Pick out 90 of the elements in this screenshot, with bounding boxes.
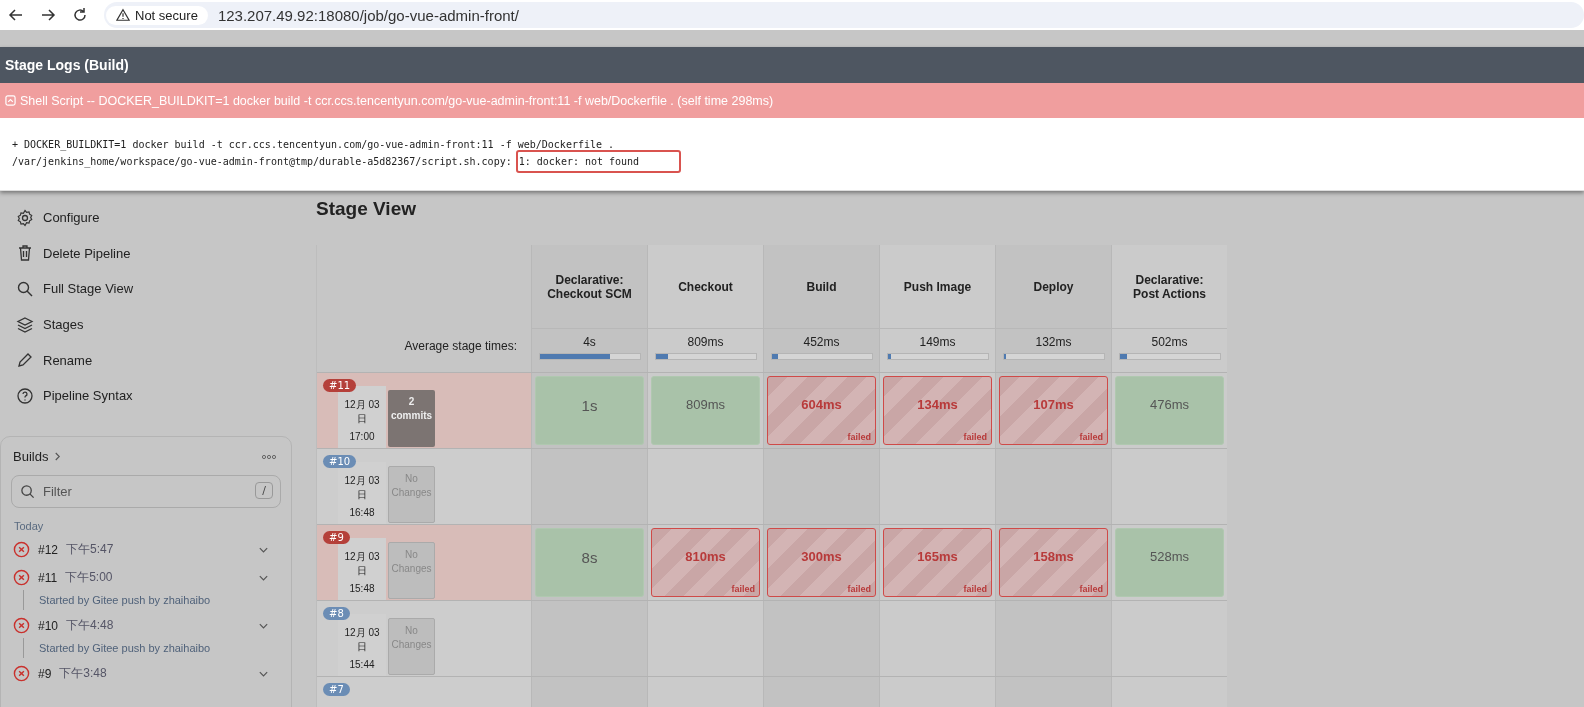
shortcut-key: / bbox=[255, 481, 273, 499]
sidebar-item[interactable]: Rename bbox=[16, 342, 295, 378]
pencil-icon bbox=[16, 351, 34, 370]
search-icon bbox=[16, 280, 34, 298]
search-icon bbox=[20, 483, 35, 499]
forward-icon[interactable] bbox=[40, 7, 56, 23]
group-label: Today bbox=[14, 519, 45, 532]
reload-icon[interactable] bbox=[72, 7, 88, 23]
run-time: 16:48 bbox=[349, 506, 375, 520]
stage-result[interactable]: 809ms bbox=[651, 376, 760, 445]
stage-result[interactable]: 604ms failed bbox=[767, 376, 876, 445]
build-cause: Started by Gitee push by zhaihaibo bbox=[23, 637, 281, 658]
sidebar-item[interactable]: Pipeline Syntax bbox=[16, 377, 295, 414]
build-badge[interactable]: #10 bbox=[323, 455, 357, 468]
chevron-down-icon[interactable] bbox=[258, 621, 269, 630]
run-date: 12月 03 bbox=[344, 626, 380, 640]
trash-icon bbox=[16, 244, 34, 263]
stage-header: Checkout bbox=[647, 245, 763, 328]
build-badge[interactable]: #9 bbox=[323, 531, 350, 544]
run-day: 日 bbox=[357, 640, 367, 654]
build-badge[interactable]: #7 bbox=[323, 683, 350, 696]
build-cause: Started by Gitee push by zhaihaibo bbox=[23, 589, 281, 610]
log-line: /var/jenkins_home/workspace/go-vue-admin-front@tmp/durable-a5d82367/script.sh.copy: bbox=[12, 156, 513, 167]
run-date: 12月 03 bbox=[344, 550, 380, 564]
stage-result[interactable]: 8s bbox=[535, 528, 644, 597]
log-line: + DOCKER_BUILDKIT=1 docker build -t ccr.ccs.tencentyun.com/go-vue-admin-front:11 -f web/Dockerfile . bbox=[12, 139, 615, 150]
chevron-down-icon[interactable] bbox=[258, 545, 269, 554]
build-time: 下午5:47 bbox=[66, 541, 114, 559]
stage-result[interactable]: 476ms bbox=[1115, 376, 1224, 445]
build-link[interactable]: #10 bbox=[38, 618, 59, 633]
average-time: 502ms bbox=[1151, 335, 1188, 349]
stage-view-title: Stage View bbox=[316, 198, 417, 221]
stage-result[interactable]: 158ms failed bbox=[999, 528, 1108, 597]
average-time: 149ms bbox=[919, 335, 956, 349]
run-time: 17:00 bbox=[349, 430, 375, 444]
build-time: 下午5:00 bbox=[65, 569, 113, 587]
average-time: 452ms bbox=[803, 335, 840, 349]
stage-header: Declarative: Checkout SCM bbox=[531, 245, 647, 328]
url-text: 123.207.49.92:18080/job/go-vue-admin-front/ bbox=[217, 6, 519, 24]
stage-result[interactable]: 300ms failed bbox=[767, 528, 876, 597]
sidebar-item[interactable]: Delete Pipeline bbox=[16, 235, 295, 272]
highlighted-error: 1: docker: not found bbox=[515, 150, 682, 173]
warning-icon bbox=[116, 8, 130, 22]
build-time: 下午3:48 bbox=[59, 665, 107, 683]
average-time: 4s bbox=[583, 335, 596, 349]
run-date: 12月 03 bbox=[344, 474, 380, 488]
stage-header: Declarative: Post Actions bbox=[1111, 245, 1227, 328]
stage-header: Build bbox=[763, 245, 879, 328]
run-day: 日 bbox=[357, 488, 367, 502]
chevron-down-icon[interactable] bbox=[258, 573, 269, 582]
builds-link[interactable]: Builds bbox=[13, 449, 49, 465]
gear-icon bbox=[16, 208, 34, 227]
average-label: Average stage times: bbox=[404, 339, 517, 353]
sidebar-item[interactable]: Full Stage View bbox=[16, 271, 295, 307]
average-time: 809ms bbox=[687, 335, 724, 349]
chevron-down-icon[interactable] bbox=[258, 669, 269, 678]
stage-result[interactable]: 528ms bbox=[1115, 528, 1224, 597]
stage-header: Deploy bbox=[995, 245, 1111, 328]
run-time: 15:44 bbox=[349, 658, 375, 672]
build-badge[interactable]: #8 bbox=[323, 607, 350, 620]
stage-result[interactable]: 810ms failed bbox=[651, 528, 760, 597]
build-link[interactable]: #9 bbox=[38, 666, 52, 681]
sidebar-item[interactable]: Stages bbox=[16, 306, 295, 343]
dialog-title: Stage Logs (Build) bbox=[0, 47, 1584, 83]
build-link[interactable]: #11 bbox=[38, 570, 58, 585]
back-icon[interactable] bbox=[8, 7, 24, 23]
help-icon bbox=[16, 386, 34, 405]
collapse-icon bbox=[5, 95, 16, 106]
build-link[interactable]: #12 bbox=[38, 542, 59, 557]
sidebar-item[interactable]: Configure bbox=[16, 200, 295, 236]
chevron-right-icon bbox=[54, 451, 62, 463]
stage-result[interactable]: 1s bbox=[535, 376, 644, 445]
run-day: 日 bbox=[357, 412, 367, 426]
step-title: Shell Script -- DOCKER_BUILDKIT=1 docker build -t ccr.ccs.tencentyun.com/go-vue-admin-front:11 -f web/Dockerfile . (self time 298ms) bbox=[20, 93, 774, 108]
stage-header: Push Image bbox=[879, 245, 995, 328]
run-time: 15:48 bbox=[349, 582, 375, 596]
stage-result[interactable]: 134ms failed bbox=[883, 376, 992, 445]
step-header[interactable]: Shell Script -- DOCKER_BUILDKIT=1 docker build -t ccr.ccs.tencentyun.com/go-vue-admin-front:11 -f web/Dockerfile . (self time 298ms) bbox=[0, 83, 1584, 118]
average-time: 132ms bbox=[1035, 335, 1072, 349]
run-date: 12月 03 bbox=[344, 398, 380, 412]
more-icon[interactable] bbox=[261, 453, 277, 460]
stage-result[interactable]: 165ms failed bbox=[883, 528, 992, 597]
run-day: 日 bbox=[357, 564, 367, 578]
build-time: 下午4:48 bbox=[66, 617, 114, 635]
layers-icon bbox=[16, 315, 34, 334]
security-chip[interactable]: Not secure bbox=[106, 5, 208, 25]
stage-result[interactable]: 107ms failed bbox=[999, 376, 1108, 445]
build-badge[interactable]: #11 bbox=[323, 379, 357, 392]
changes-box[interactable]: 2 commits bbox=[388, 390, 435, 447]
address-bar[interactable]: Not secure 123.207.49.92:18080/job/go-vue-admin-front/ bbox=[104, 2, 1584, 28]
